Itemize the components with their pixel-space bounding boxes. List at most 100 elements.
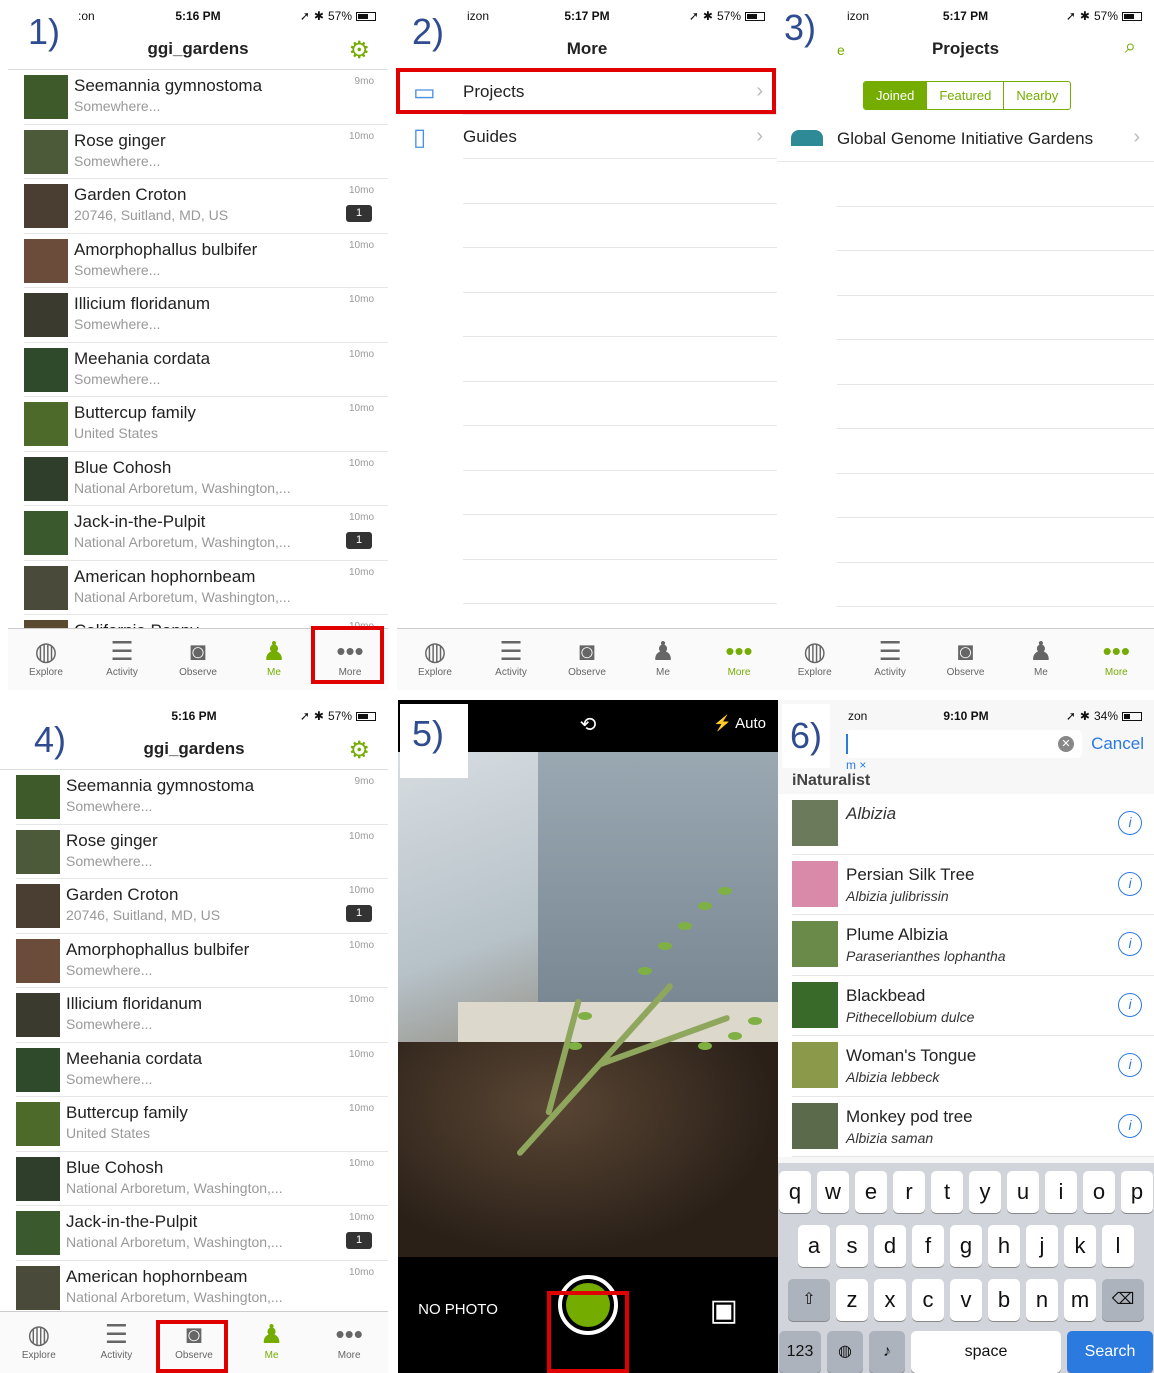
key-a[interactable]: a (798, 1225, 830, 1267)
more-item-guides[interactable]: ▯ Guides › (413, 115, 777, 159)
gallery-icon[interactable]: ▣ (710, 1293, 738, 1328)
tab-observe[interactable]: ◙ Observe (160, 629, 236, 690)
microphone-icon[interactable]: ♪ (869, 1331, 905, 1373)
info-icon[interactable]: i (1118, 992, 1142, 1017)
info-icon[interactable]: i (1118, 1053, 1142, 1077)
info-icon[interactable]: i (1118, 1113, 1142, 1138)
space-key[interactable]: space (911, 1331, 1061, 1373)
key-g[interactable]: g (950, 1225, 982, 1267)
globe-icon[interactable]: ◍ (827, 1331, 863, 1373)
observation-row[interactable]: Blue Cohosh National Arboretum, Washingto… (24, 452, 388, 506)
project-row[interactable]: Global Genome Initiative Gardens › (777, 116, 1154, 162)
autocorrect-suggestion[interactable]: m × (846, 758, 866, 772)
taxon-row[interactable]: Blackbead Pithecellobium dulce i (792, 976, 1154, 1036)
location-icon: ➚ (1065, 709, 1076, 723)
gear-icon[interactable]: ⚙ (348, 736, 370, 765)
observation-row[interactable]: Meehania cordata Somewhere... 10mo (16, 1043, 388, 1097)
key-q[interactable]: q (779, 1171, 811, 1213)
tab-more[interactable]: ••• More (310, 1312, 388, 1373)
observation-row[interactable]: Garden Croton 20746, Suitland, MD, US 10mo… (24, 179, 388, 234)
info-icon[interactable]: i (1118, 811, 1142, 835)
observation-row[interactable]: Buttercup family United States 10mo (24, 397, 388, 452)
key-c[interactable]: c (912, 1279, 944, 1321)
clear-icon[interactable]: ✕ (1058, 736, 1074, 752)
key-w[interactable]: w (817, 1171, 849, 1213)
tab-me[interactable]: ♟ Me (1003, 629, 1078, 690)
backspace-icon[interactable]: ⌫ (1102, 1279, 1144, 1321)
no-photo-button[interactable]: NO PHOTO (418, 1301, 498, 1319)
chevron-right-icon: › (756, 124, 763, 147)
observation-row[interactable]: Blue Cohosh National Arboretum, Washingto… (16, 1152, 388, 1206)
taxon-row[interactable]: Monkey pod tree Albizia saman i (792, 1097, 1154, 1157)
search-icon[interactable]: ⌕ (1125, 36, 1136, 59)
key-f[interactable]: f (912, 1225, 944, 1267)
key-b[interactable]: b (988, 1279, 1020, 1321)
cancel-button[interactable]: Cancel (1091, 734, 1144, 754)
taxon-row[interactable]: Woman's Tongue Albizia lebbeck i (792, 1036, 1154, 1097)
observation-row[interactable]: Illicium floridanum Somewhere... 10mo (16, 988, 388, 1043)
key-n[interactable]: n (1026, 1279, 1058, 1321)
observation-row[interactable]: Jack-in-the-Pulpit National Arboretum, Wa… (24, 506, 388, 561)
observation-row[interactable]: Seemannia gymnostoma Somewhere... 9mo (24, 70, 388, 125)
key-x[interactable]: x (874, 1279, 906, 1321)
info-icon[interactable]: i (1118, 932, 1142, 956)
observation-row[interactable]: Illicium floridanum Somewhere... 10mo (24, 288, 388, 343)
search-key[interactable]: Search (1067, 1331, 1153, 1373)
taxon-row[interactable]: Plume Albizia Paraserianthes lophantha i (792, 915, 1154, 976)
observation-row[interactable]: Rose ginger Somewhere... 10mo (24, 125, 388, 179)
observation-row[interactable]: Garden Croton 20746, Suitland, MD, US 10mo… (16, 879, 388, 934)
key-i[interactable]: i (1045, 1171, 1077, 1213)
flash-toggle[interactable]: ⚡ Auto (713, 714, 766, 732)
tab-more[interactable]: ••• More (1079, 629, 1154, 690)
observation-row[interactable]: Buttercup family United States 10mo (16, 1097, 388, 1152)
tab-activity[interactable]: ☰ Activity (84, 629, 160, 690)
observation-row[interactable]: Amorphophallus bulbifer Somewhere... 10mo (24, 234, 388, 288)
tab-explore[interactable]: ◍ Explore (777, 629, 852, 690)
taxon-row[interactable]: Albizia i (792, 794, 1154, 855)
segment-featured[interactable]: Featured (926, 82, 1003, 109)
tab-me[interactable]: ♟ Me (625, 629, 701, 690)
key-u[interactable]: u (1007, 1171, 1039, 1213)
segment-joined[interactable]: Joined (864, 82, 927, 109)
tab-activity[interactable]: ☰ Activity (78, 1312, 156, 1373)
observation-row[interactable]: Amorphophallus bulbifer Somewhere... 10mo (16, 934, 388, 988)
key-k[interactable]: k (1064, 1225, 1096, 1267)
shift-icon[interactable]: ⇧ (788, 1279, 830, 1321)
key-y[interactable]: y (969, 1171, 1001, 1213)
tab-activity[interactable]: ☰ Activity (852, 629, 927, 690)
key-l[interactable]: l (1102, 1225, 1134, 1267)
tab-explore[interactable]: ◍ Explore (0, 1312, 78, 1373)
observation-row[interactable]: Seemannia gymnostoma Somewhere... 9mo (16, 770, 388, 825)
observation-row[interactable]: American hophornbeam National Arboretum, … (16, 1261, 388, 1315)
observation-row[interactable]: American hophornbeam National Arboretum, … (24, 561, 388, 615)
key-m[interactable]: m (1064, 1279, 1096, 1321)
tab-explore[interactable]: ◍ Explore (8, 629, 84, 690)
tab-more[interactable]: ••• More (701, 629, 777, 690)
key-h[interactable]: h (988, 1225, 1020, 1267)
tab-explore[interactable]: ◍ Explore (397, 629, 473, 690)
segment-nearby[interactable]: Nearby (1003, 82, 1070, 109)
taxon-row[interactable]: Persian Silk Tree Albizia julibrissin i (792, 855, 1154, 915)
key-d[interactable]: d (874, 1225, 906, 1267)
tab-observe[interactable]: ◙ Observe (928, 629, 1003, 690)
tab-activity[interactable]: ☰ Activity (473, 629, 549, 690)
key-t[interactable]: t (931, 1171, 963, 1213)
key-p[interactable]: p (1121, 1171, 1153, 1213)
observation-row[interactable]: Meehania cordata Somewhere... 10mo (24, 343, 388, 397)
key-r[interactable]: r (893, 1171, 925, 1213)
key-e[interactable]: e (855, 1171, 887, 1213)
search-input[interactable]: ✕ (846, 730, 1082, 758)
key-z[interactable]: z (836, 1279, 868, 1321)
observation-row[interactable]: Rose ginger Somewhere... 10mo (16, 825, 388, 879)
gear-icon[interactable]: ⚙ (348, 36, 370, 65)
key-o[interactable]: o (1083, 1171, 1115, 1213)
observation-row[interactable]: Jack-in-the-Pulpit National Arboretum, Wa… (16, 1206, 388, 1261)
info-icon[interactable]: i (1118, 871, 1142, 896)
key-s[interactable]: s (836, 1225, 868, 1267)
tab-observe[interactable]: ◙ Observe (549, 629, 625, 690)
key-v[interactable]: v (950, 1279, 982, 1321)
tab-me[interactable]: ♟ Me (236, 629, 312, 690)
numbers-key[interactable]: 123 (779, 1331, 821, 1373)
tab-me[interactable]: ♟ Me (233, 1312, 311, 1373)
key-j[interactable]: j (1026, 1225, 1058, 1267)
